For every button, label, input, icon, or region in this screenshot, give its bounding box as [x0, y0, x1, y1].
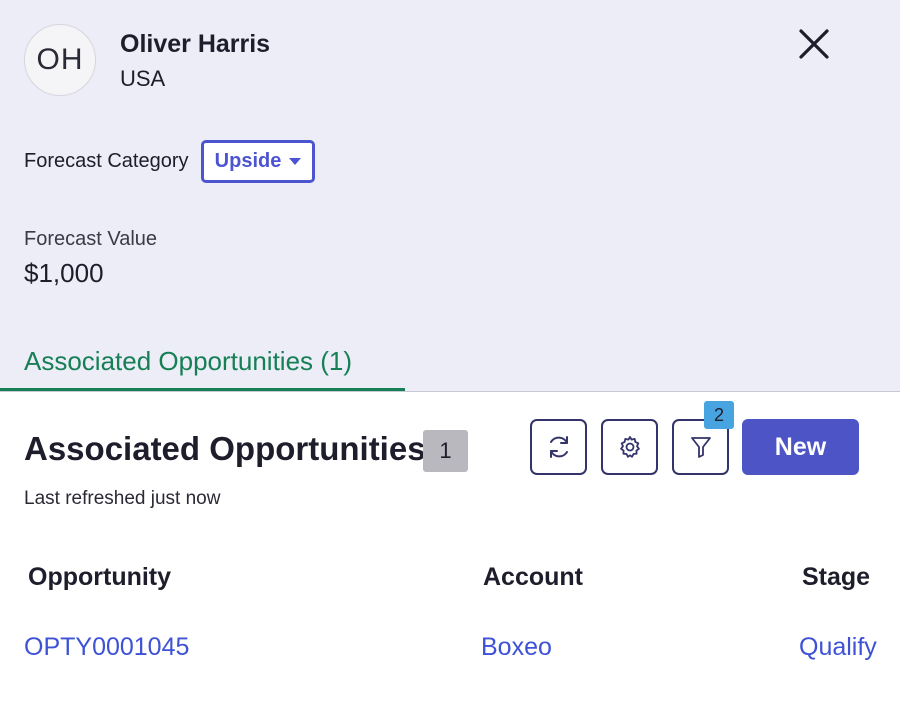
- close-button[interactable]: [790, 22, 838, 66]
- caret-down-icon: [289, 158, 302, 165]
- filter-count-badge: 2: [704, 401, 734, 429]
- close-icon: [799, 29, 829, 59]
- tab-associated-opportunities[interactable]: Associated Opportunities (1): [24, 346, 352, 377]
- forecast-value: $1,000: [24, 258, 104, 288]
- avatar: OH: [24, 24, 96, 96]
- forecast-category-value: Upside: [214, 150, 282, 172]
- section-title: Associated Opportunities: [24, 430, 426, 467]
- refresh-icon: [549, 436, 568, 458]
- forecast-value-label: Forecast Value: [24, 228, 158, 250]
- forecast-category-label: Forecast Category: [24, 150, 189, 172]
- settings-button[interactable]: [601, 419, 658, 475]
- forecast-category-select[interactable]: Upside: [201, 140, 315, 183]
- record-count-badge: 1: [423, 430, 468, 472]
- gear-icon: [619, 436, 640, 458]
- column-header-opportunity[interactable]: Opportunity: [28, 563, 171, 592]
- last-refreshed-text: Last refreshed just now: [24, 488, 221, 509]
- account-link[interactable]: Boxeo: [481, 633, 552, 662]
- filter-icon: [690, 437, 711, 458]
- filter-count: 2: [713, 404, 724, 425]
- avatar-initials: OH: [36, 43, 84, 76]
- contact-name: Oliver Harris: [120, 30, 271, 58]
- refresh-button[interactable]: [530, 419, 587, 475]
- column-header-account[interactable]: Account: [483, 563, 583, 592]
- record-count: 1: [439, 438, 452, 463]
- column-header-stage[interactable]: Stage: [802, 563, 870, 592]
- tab-divider: [0, 391, 900, 392]
- contact-country: USA: [120, 66, 166, 91]
- stage-link[interactable]: Qualify: [799, 633, 877, 662]
- opportunity-link[interactable]: OPTY0001045: [24, 633, 189, 662]
- new-button[interactable]: New: [742, 419, 859, 475]
